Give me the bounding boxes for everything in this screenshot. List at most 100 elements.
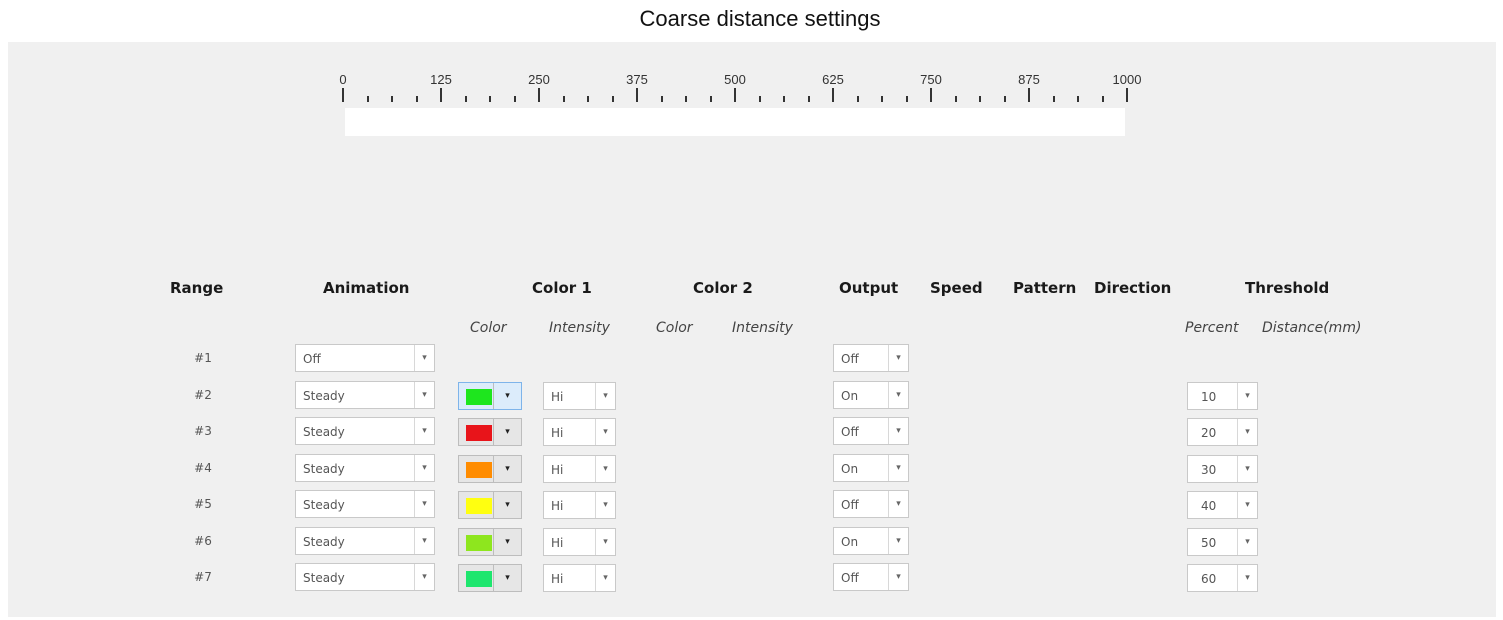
header-color2: Color 2	[693, 279, 753, 297]
threshold-percent-dropdown[interactable]: 20 ▾	[1187, 418, 1258, 446]
animation-dropdown[interactable]: Steady ▾	[295, 490, 435, 518]
output-value: Off	[841, 425, 859, 439]
output-dropdown[interactable]: On ▾	[833, 527, 909, 555]
output-dropdown[interactable]: On ▾	[833, 454, 909, 482]
ruler-minor-tick	[562, 96, 565, 102]
ruler-major-tick	[342, 88, 344, 102]
ruler-minor-tick	[807, 96, 810, 102]
chevron-down-icon: ▾	[414, 455, 434, 481]
animation-value: Off	[303, 352, 321, 366]
range-row-label: #7	[194, 570, 212, 584]
ruler-tick-label: 250	[528, 72, 550, 87]
ruler-minor-tick	[905, 96, 908, 102]
output-value: Off	[841, 352, 859, 366]
chevron-down-icon: ▾	[595, 383, 615, 409]
output-dropdown[interactable]: Off ▾	[833, 563, 909, 591]
ruler-major-tick	[440, 88, 442, 102]
animation-value: Steady	[303, 571, 345, 585]
ruler-minor-tick	[783, 96, 785, 102]
color1-picker[interactable]: ▾	[458, 564, 522, 592]
header-speed: Speed	[930, 279, 983, 297]
intensity-dropdown[interactable]: Hi ▾	[543, 528, 616, 556]
chevron-down-icon: ▾	[888, 528, 908, 554]
animation-dropdown[interactable]: Steady ▾	[295, 381, 435, 409]
animation-dropdown[interactable]: Off ▾	[295, 344, 435, 372]
chevron-down-icon: ▾	[414, 345, 434, 371]
ruler-minor-tick	[391, 96, 393, 102]
ruler-tick-label: 125	[430, 72, 452, 87]
animation-dropdown[interactable]: Steady ▾	[295, 527, 435, 555]
output-dropdown[interactable]: Off ▾	[833, 417, 909, 445]
output-value: On	[841, 535, 859, 549]
ruler-minor-tick	[1052, 96, 1055, 102]
ruler-major-tick	[930, 88, 932, 102]
threshold-percent-value: 30	[1201, 463, 1217, 477]
range-row-label: #6	[194, 534, 212, 548]
chevron-down-icon: ▾	[595, 419, 615, 445]
threshold-percent-dropdown[interactable]: 10 ▾	[1187, 382, 1258, 410]
header-pattern: Pattern	[1013, 279, 1077, 297]
output-dropdown[interactable]: Off ▾	[833, 344, 909, 372]
range-row-label: #4	[194, 461, 212, 475]
color1-picker[interactable]: ▾	[458, 491, 522, 519]
color1-picker[interactable]: ▾	[458, 418, 522, 446]
subheader-color1-color: Color	[470, 320, 507, 336]
color1-picker[interactable]: ▾	[458, 528, 522, 556]
threshold-percent-dropdown[interactable]: 60 ▾	[1187, 564, 1258, 592]
threshold-percent-dropdown[interactable]: 30 ▾	[1187, 455, 1258, 483]
chevron-down-icon: ▾	[595, 492, 615, 518]
output-dropdown[interactable]: On ▾	[833, 381, 909, 409]
ruler-minor-tick	[489, 96, 491, 102]
output-dropdown[interactable]: Off ▾	[833, 490, 909, 518]
color1-picker[interactable]: ▾	[458, 455, 522, 483]
ruler-tick-label: 0	[339, 72, 347, 87]
chevron-down-icon: ▾	[888, 382, 908, 408]
chevron-down-icon: ▾	[493, 529, 521, 555]
chevron-down-icon: ▾	[493, 565, 521, 591]
color1-picker[interactable]: ▾	[458, 382, 522, 410]
chevron-down-icon: ▾	[888, 345, 908, 371]
threshold-percent-value: 40	[1201, 499, 1217, 513]
ruler-minor-tick	[709, 96, 712, 102]
subheader-color2-color: Color	[656, 320, 693, 336]
intensity-value: Hi	[551, 572, 564, 586]
intensity-dropdown[interactable]: Hi ▾	[543, 418, 616, 446]
distance-range-bar[interactable]	[345, 108, 1125, 136]
threshold-percent-dropdown[interactable]: 50 ▾	[1187, 528, 1258, 556]
intensity-dropdown[interactable]: Hi ▾	[543, 491, 616, 519]
chevron-down-icon: ▾	[493, 492, 521, 518]
animation-dropdown[interactable]: Steady ▾	[295, 454, 435, 482]
page-title: Coarse distance settings	[639, 6, 881, 31]
animation-dropdown[interactable]: Steady ▾	[295, 563, 435, 591]
animation-value: Steady	[303, 425, 345, 439]
header-range: Range	[170, 279, 224, 297]
header-threshold: Threshold	[1245, 279, 1330, 297]
subheader-percent: Percent	[1185, 320, 1239, 336]
chevron-down-icon: ▾	[1237, 456, 1257, 482]
intensity-value: Hi	[551, 426, 564, 440]
ruler-major-tick	[734, 88, 736, 102]
threshold-percent-dropdown[interactable]: 40 ▾	[1187, 491, 1258, 519]
intensity-dropdown[interactable]: Hi ▾	[543, 564, 616, 592]
chevron-down-icon: ▾	[414, 528, 434, 554]
header-animation: Animation	[323, 279, 410, 297]
ruler-minor-tick	[587, 96, 589, 102]
range-row-label: #2	[194, 388, 212, 402]
ruler-minor-tick	[758, 96, 761, 102]
ruler-major-tick	[832, 88, 834, 102]
ruler-major-tick	[636, 88, 638, 102]
intensity-dropdown[interactable]: Hi ▾	[543, 382, 616, 410]
ruler-minor-tick	[513, 96, 516, 102]
chevron-down-icon: ▾	[493, 456, 521, 482]
color-swatch	[466, 462, 492, 478]
ruler-tick-label: 625	[822, 72, 844, 87]
subheader-distance: Distance(mm)	[1262, 320, 1362, 336]
intensity-dropdown[interactable]: Hi ▾	[543, 455, 616, 483]
color-swatch	[466, 571, 492, 587]
ruler-minor-tick	[979, 96, 981, 102]
intensity-value: Hi	[551, 463, 564, 477]
intensity-value: Hi	[551, 390, 564, 404]
animation-dropdown[interactable]: Steady ▾	[295, 417, 435, 445]
chevron-down-icon: ▾	[595, 456, 615, 482]
chevron-down-icon: ▾	[595, 529, 615, 555]
